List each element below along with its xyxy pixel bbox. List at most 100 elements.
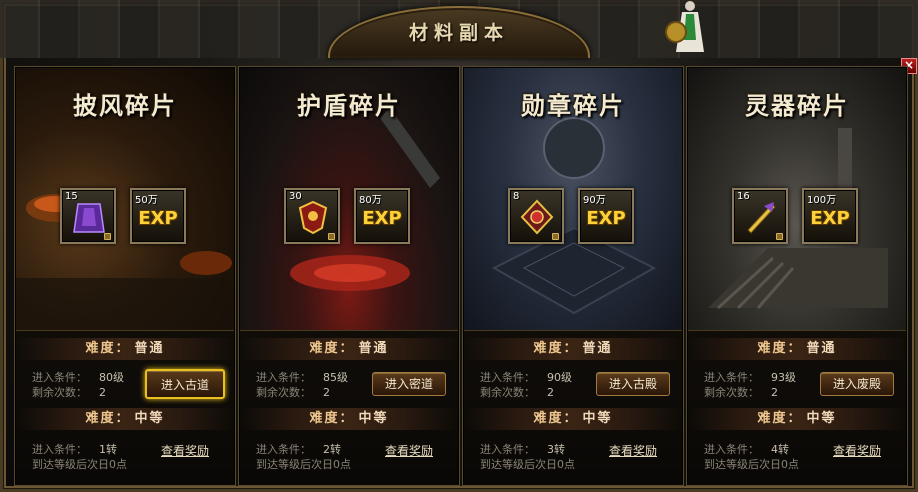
difficulty-mid: 难度： 中等	[464, 408, 682, 430]
difficulty-label: 难度：	[533, 411, 579, 426]
reset-note: 到达等级后次日0点	[480, 458, 575, 471]
entry-condition-label: 进入条件：	[480, 443, 535, 456]
entry-condition-row: 进入条件： 90级	[480, 371, 572, 385]
enter-dungeon-button[interactable]: 进入废殿	[820, 372, 894, 396]
entry-condition-value: 1转	[99, 443, 117, 456]
remaining-value: 2	[323, 386, 330, 399]
remaining-row: 剩余次数： 2	[32, 386, 106, 400]
difficulty-mid: 难度： 中等	[240, 408, 458, 430]
difficulty-label: 难度：	[309, 341, 355, 356]
spirit-weapon-shard-icon	[747, 202, 776, 234]
view-reward-link[interactable]: 查看奖励	[609, 442, 657, 459]
lock-icon	[104, 233, 111, 240]
entry-condition-label: 进入条件：	[256, 443, 311, 456]
remaining-label: 剩余次数：	[704, 386, 759, 399]
dungeon-panel-shield: 护盾碎片 30 80万 EXP 难度： 普通 进入条件： 85级 剩余次数： 2 进入…	[238, 66, 460, 486]
exp-amount: 90万	[583, 195, 606, 206]
panel-title: 披风碎片	[73, 91, 177, 120]
exp-slot[interactable]: 80万 EXP	[354, 188, 410, 244]
difficulty-mid: 难度： 中等	[688, 408, 906, 430]
panel-info: 难度： 普通 进入条件： 93级 剩余次数： 2 进入废殿 难度： 中等 进入条件： 4转…	[688, 330, 906, 485]
exp-icon: EXP	[362, 208, 402, 229]
item-count: 30	[289, 191, 302, 202]
item-slot[interactable]: 16	[732, 188, 788, 244]
dungeon-panel-spirit-weapon: 灵器碎片 16 100万 EXP 难度： 普通 进入条件： 93级 剩余次数： 2 进…	[686, 66, 908, 486]
difficulty-label: 难度：	[757, 341, 803, 356]
remaining-label: 剩余次数：	[32, 386, 87, 399]
scene-image: 灵器碎片 16 100万 EXP	[688, 68, 906, 330]
dungeon-panel-medal: 勋章碎片 8 90万 EXP 难度： 普通 进入条件： 90级 剩余次数： 2 进入古…	[462, 66, 684, 486]
entry-condition-label: 进入条件：	[256, 371, 311, 384]
entry-condition-value: 90级	[547, 371, 572, 384]
entry-condition-row: 进入条件： 85级	[256, 371, 348, 385]
exp-slot[interactable]: 100万 EXP	[802, 188, 858, 244]
lock-icon	[552, 233, 559, 240]
item-count: 15	[65, 191, 78, 202]
npc-figure	[665, 1, 704, 52]
dungeon-panel-cloak: 披风碎片 15 50万 EXP 难度： 普通 进入条件： 80级 剩余次数： 2 进入…	[14, 66, 236, 486]
difficulty-value: 中等	[806, 411, 837, 426]
remaining-value: 2	[547, 386, 554, 399]
panel-title: 护盾碎片	[297, 91, 401, 120]
shield-shard-icon	[298, 200, 328, 235]
difficulty-normal: 难度： 普通	[16, 338, 234, 360]
entry-condition-label: 进入条件：	[704, 371, 759, 384]
entry-condition-label: 进入条件：	[480, 371, 535, 384]
reset-note: 到达等级后次日0点	[32, 458, 127, 471]
remaining-label: 剩余次数：	[480, 386, 535, 399]
difficulty-label: 难度：	[533, 341, 579, 356]
entry-condition-row: 进入条件： 3转	[480, 443, 565, 457]
view-reward-link[interactable]: 查看奖励	[833, 442, 881, 459]
panel-info: 难度： 普通 进入条件： 80级 剩余次数： 2 进入古道 难度： 中等 进入条件： 1转…	[16, 330, 234, 485]
panel-info: 难度： 普通 进入条件： 85级 剩余次数： 2 进入密道 难度： 中等 进入条件： 2转…	[240, 330, 458, 485]
scene-image: 勋章碎片 8 90万 EXP	[464, 68, 682, 330]
exp-slot[interactable]: 50万 EXP	[130, 188, 186, 244]
entry-condition-value: 93级	[771, 371, 796, 384]
reset-note: 到达等级后次日0点	[256, 458, 351, 471]
entry-condition-row: 进入条件： 2转	[256, 443, 341, 457]
medal-shard-icon	[520, 199, 554, 235]
difficulty-label: 难度：	[309, 411, 355, 426]
panel-title: 勋章碎片	[521, 91, 625, 120]
enter-dungeon-button[interactable]: 进入古道	[145, 369, 225, 399]
exp-amount: 100万	[807, 195, 837, 206]
item-slot[interactable]: 15	[60, 188, 116, 244]
difficulty-normal: 难度： 普通	[240, 338, 458, 360]
exp-icon: EXP	[138, 208, 178, 229]
exp-amount: 50万	[135, 195, 158, 206]
enter-dungeon-button[interactable]: 进入古殿	[596, 372, 670, 396]
difficulty-label: 难度：	[85, 411, 131, 426]
difficulty-normal: 难度： 普通	[464, 338, 682, 360]
entry-condition-row: 进入条件： 93级	[704, 371, 796, 385]
entry-condition-value: 80级	[99, 371, 124, 384]
entry-condition-value: 4转	[771, 443, 789, 456]
difficulty-value: 普通	[582, 341, 613, 356]
cloak-shard-icon	[73, 203, 105, 233]
entry-condition-value: 3转	[547, 443, 565, 456]
item-count: 8	[513, 191, 520, 202]
difficulty-normal: 难度： 普通	[688, 338, 906, 360]
lock-icon	[776, 233, 783, 240]
remaining-row: 剩余次数： 2	[256, 386, 330, 400]
remaining-value: 2	[99, 386, 106, 399]
difficulty-value: 中等	[582, 411, 613, 426]
difficulty-value: 普通	[358, 341, 389, 356]
item-slot[interactable]: 30	[284, 188, 340, 244]
difficulty-value: 普通	[806, 341, 837, 356]
scene-image: 披风碎片 15 50万 EXP	[16, 68, 234, 330]
view-reward-link[interactable]: 查看奖励	[161, 442, 209, 459]
enter-dungeon-button[interactable]: 进入密道	[372, 372, 446, 396]
difficulty-value: 普通	[134, 341, 165, 356]
item-slot[interactable]: 8	[508, 188, 564, 244]
exp-slot[interactable]: 90万 EXP	[578, 188, 634, 244]
difficulty-mid: 难度： 中等	[16, 408, 234, 430]
view-reward-link[interactable]: 查看奖励	[385, 442, 433, 459]
exp-icon: EXP	[810, 208, 850, 229]
entry-condition-row: 进入条件： 4转	[704, 443, 789, 457]
lock-icon	[328, 233, 335, 240]
panel-title: 灵器碎片	[745, 91, 849, 120]
difficulty-label: 难度：	[757, 411, 803, 426]
entry-condition-row: 进入条件： 1转	[32, 443, 117, 457]
remaining-value: 2	[771, 386, 778, 399]
reset-note: 到达等级后次日0点	[704, 458, 799, 471]
